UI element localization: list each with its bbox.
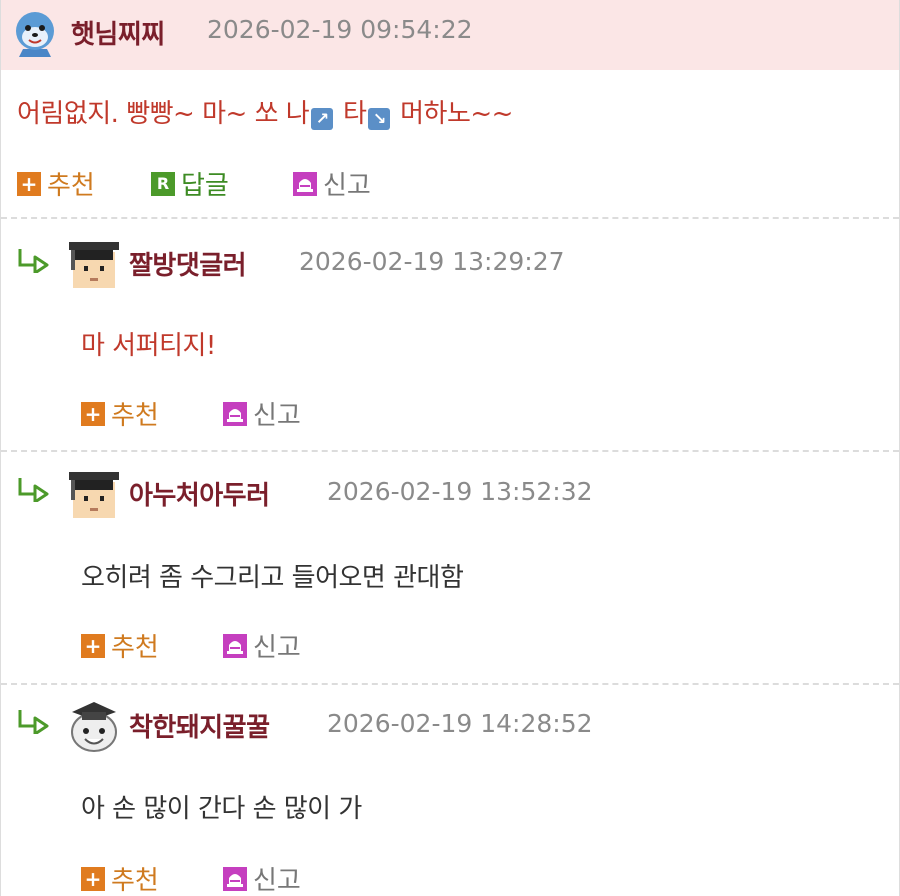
recommend-label: 추천 [111, 633, 159, 663]
reply-content: 오히려 좀 수그리고 들어오면 관대함 [81, 563, 464, 593]
report-button[interactable]: 신고 [223, 860, 301, 896]
divider [1, 450, 899, 452]
seal-avatar-icon[interactable] [13, 7, 57, 61]
arrow-down-right-icon: ↘ [368, 108, 391, 130]
recommend-button[interactable]: + 추천 [81, 627, 159, 664]
reply-arrow-icon [18, 710, 49, 734]
main-comment-datetime: 2026-02-19 09:54:22 [207, 15, 473, 44]
grad-boy-avatar-icon[interactable] [67, 466, 121, 520]
recommend-label: 추천 [47, 171, 95, 201]
plus-icon: + [17, 171, 41, 196]
main-comment-content: 어림없지. 빵빵~ 마~ 쏘 나 ↗ 타 ↘ 머하노~~ [17, 93, 513, 130]
reply-arrow-icon [18, 478, 49, 502]
reply-label: 답글 [181, 171, 229, 201]
recommend-label: 추천 [111, 866, 159, 896]
report-label: 신고 [253, 401, 301, 431]
siren-icon [293, 171, 317, 196]
recommend-label: 추천 [111, 401, 159, 431]
plus-icon: + [81, 866, 105, 891]
report-button[interactable]: 신고 [293, 165, 371, 202]
comment-thread: 햇님찌찌 2026-02-19 09:54:22 어림없지. 빵빵~ 마~ 쏘 … [0, 0, 900, 896]
siren-icon [223, 633, 247, 658]
plus-icon: + [81, 401, 105, 426]
divider [1, 683, 899, 685]
reply-arrow-icon [18, 249, 49, 273]
recommend-button[interactable]: + 추천 [81, 860, 159, 896]
reply-content: 아 손 많이 간다 손 많이 가 [81, 794, 362, 824]
grad-boy-avatar-icon[interactable] [67, 236, 121, 290]
reply-datetime: 2026-02-19 13:52:32 [327, 477, 593, 506]
divider [1, 217, 899, 219]
siren-icon [223, 866, 247, 891]
recommend-button[interactable]: + 추천 [81, 395, 159, 432]
reply-nickname[interactable]: 착한돼지꿀꿀 [129, 707, 270, 744]
arrow-up-right-icon: ↗ [311, 108, 334, 130]
reply-datetime: 2026-02-19 14:28:52 [327, 709, 593, 738]
reply-content: 마 서퍼티지! [81, 331, 216, 361]
content-text-2: 타 [342, 99, 367, 129]
grad-penguin-avatar-icon[interactable] [67, 698, 121, 752]
reply-nickname[interactable]: 짤방댓글러 [129, 245, 247, 282]
report-button[interactable]: 신고 [223, 627, 301, 664]
reply-datetime: 2026-02-19 13:29:27 [299, 247, 565, 276]
report-label: 신고 [253, 633, 301, 663]
report-label: 신고 [323, 171, 371, 201]
report-label: 신고 [253, 866, 301, 896]
reply-button[interactable]: R 답글 [151, 165, 229, 202]
content-text-1: 어림없지. 빵빵~ 마~ 쏘 나 [17, 99, 310, 129]
main-comment-nickname[interactable]: 햇님찌찌 [71, 14, 165, 51]
content-text-3: 머하노~~ [400, 99, 513, 129]
report-button[interactable]: 신고 [223, 395, 301, 432]
reply-nickname[interactable]: 아누처아두러 [129, 475, 270, 512]
reply-badge-icon: R [151, 171, 175, 196]
recommend-button[interactable]: + 추천 [17, 165, 95, 202]
siren-icon [223, 401, 247, 426]
plus-icon: + [81, 633, 105, 658]
